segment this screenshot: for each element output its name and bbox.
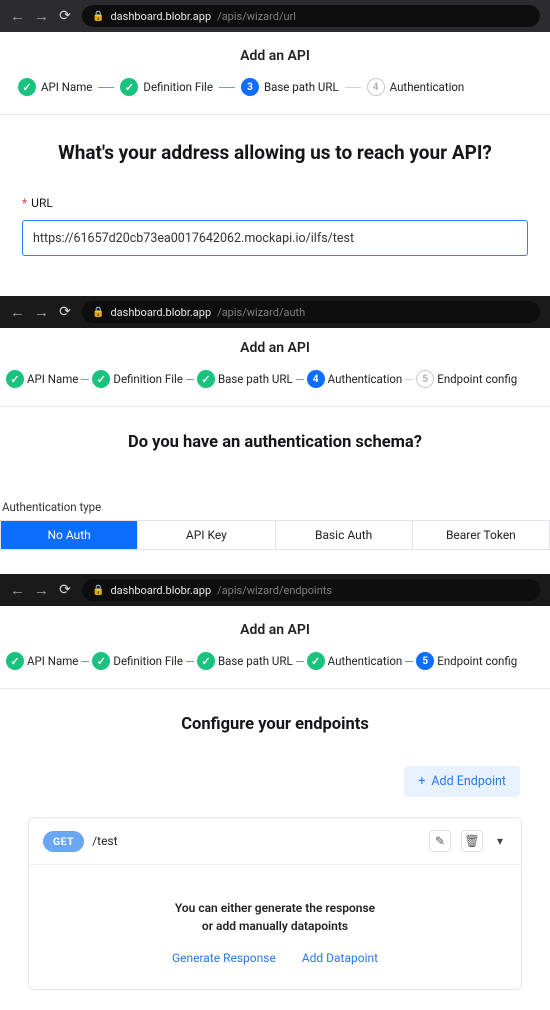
edit-icon[interactable]: ✎ <box>429 830 451 852</box>
browser-bar: ← → ⟳ 🔒 dashboard.blobr.app/apis/wizard/… <box>0 574 550 606</box>
step-5-label: Endpoint config <box>437 654 517 668</box>
auth-option-apikey[interactable]: API Key <box>138 521 275 549</box>
step-1-label: API Name <box>27 654 78 668</box>
step-3-number: 3 <box>241 78 259 96</box>
step-2-label: Definition File <box>113 654 183 668</box>
address-domain: dashboard.blobr.app <box>110 10 211 23</box>
address-path: /apis/wizard/url <box>217 10 296 23</box>
auth-option-noauth[interactable]: No Auth <box>1 521 138 549</box>
step-2-label: Definition File <box>143 80 213 94</box>
url-headline: What's your address allowing us to reach… <box>0 141 550 164</box>
step-connector <box>405 661 413 662</box>
address-bar[interactable]: 🔒 dashboard.blobr.app/apis/wizard/auth <box>82 301 540 323</box>
browser-bar: ← → ⟳ 🔒 dashboard.blobr.app/apis/wizard/… <box>0 296 550 328</box>
lock-icon: 🔒 <box>92 11 104 22</box>
wizard-steps: API Name Definition File Base path URL A… <box>0 648 550 688</box>
step-3-label: Base path URL <box>218 654 293 668</box>
wizard-steps: API Name Definition File Base path URL 4… <box>0 366 550 406</box>
browser-bar: ← → ⟳ 🔒 dashboard.blobr.app/apis/wizard/… <box>0 0 550 32</box>
auth-option-basic[interactable]: Basic Auth <box>276 521 413 549</box>
address-domain: dashboard.blobr.app <box>110 306 211 319</box>
forward-icon[interactable]: → <box>34 303 48 321</box>
step-1-check-icon <box>6 652 24 670</box>
step-connector <box>219 87 235 88</box>
endpoint-card: GET /test ✎ 🗑 ▾ You can either generate … <box>28 817 522 990</box>
address-path: /apis/wizard/auth <box>217 306 305 319</box>
endpoint-card-header: GET /test ✎ 🗑 ▾ <box>29 818 521 865</box>
step-connector <box>296 379 304 380</box>
url-input[interactable] <box>22 220 528 256</box>
back-icon[interactable]: ← <box>10 7 24 25</box>
address-path: /apis/wizard/endpoints <box>217 584 332 597</box>
address-bar[interactable]: 🔒 dashboard.blobr.app/apis/wizard/endpoi… <box>82 579 540 601</box>
address-domain: dashboard.blobr.app <box>110 584 211 597</box>
step-3-check-icon <box>197 652 215 670</box>
step-connector <box>345 87 361 88</box>
address-bar[interactable]: 🔒 dashboard.blobr.app/apis/wizard/url <box>82 5 540 27</box>
endpoints-headline: Configure your endpoints <box>0 715 550 734</box>
add-endpoint-button[interactable]: + Add Endpoint <box>404 766 520 797</box>
reload-icon[interactable]: ⟳ <box>58 582 72 598</box>
endpoint-card-body: You can either generate the response or … <box>29 865 521 989</box>
step-2-check-icon <box>120 78 138 96</box>
step-connector <box>405 379 413 380</box>
reload-icon[interactable]: ⟳ <box>58 8 72 24</box>
step-1-label: API Name <box>41 80 92 94</box>
step-4-number: 4 <box>367 78 385 96</box>
step-1-check-icon <box>18 78 36 96</box>
step-3-label: Base path URL <box>264 80 339 94</box>
step-4-number: 4 <box>307 370 325 388</box>
step-4-label: Authentication <box>390 80 465 94</box>
url-label: *URL <box>22 196 528 210</box>
add-datapoint-link[interactable]: Add Datapoint <box>302 951 378 965</box>
step-2-label: Definition File <box>113 372 183 386</box>
lock-icon: 🔒 <box>92 585 104 596</box>
endpoint-help-line-2: or add manually datapoints <box>49 919 501 933</box>
step-connector <box>81 379 89 380</box>
forward-icon[interactable]: → <box>34 581 48 599</box>
step-connector <box>296 661 304 662</box>
step-2-check-icon <box>92 652 110 670</box>
endpoint-help-line-1: You can either generate the response <box>49 901 501 915</box>
step-connector <box>186 661 194 662</box>
divider <box>0 114 550 115</box>
lock-icon: 🔒 <box>92 307 104 318</box>
endpoint-path: /test <box>92 834 421 848</box>
divider <box>0 406 550 407</box>
forward-icon[interactable]: → <box>34 7 48 25</box>
step-1-label: API Name <box>27 372 78 386</box>
chevron-down-icon[interactable]: ▾ <box>493 834 507 848</box>
step-connector <box>98 87 114 88</box>
page-title: Add an API <box>0 32 550 74</box>
page-title: Add an API <box>0 340 550 366</box>
reload-icon[interactable]: ⟳ <box>58 304 72 320</box>
delete-icon[interactable]: 🗑 <box>461 830 483 852</box>
auth-headline: Do you have an authentication schema? <box>0 433 550 452</box>
divider <box>0 688 550 689</box>
url-form: *URL <box>0 164 550 296</box>
step-4-label: Authentication <box>328 654 403 668</box>
step-5-number: 5 <box>416 370 434 388</box>
auth-type-segmented: No Auth API Key Basic Auth Bearer Token <box>0 520 550 550</box>
step-5-number: 5 <box>416 652 434 670</box>
step-2-check-icon <box>92 370 110 388</box>
back-icon[interactable]: ← <box>10 303 24 321</box>
step-5-label: Endpoint config <box>437 372 517 386</box>
auth-option-bearer[interactable]: Bearer Token <box>413 521 549 549</box>
http-method-pill: GET <box>43 831 84 852</box>
step-3-check-icon <box>197 370 215 388</box>
auth-type-label: Authentication type <box>2 500 550 514</box>
step-3-label: Base path URL <box>218 372 293 386</box>
page-title: Add an API <box>0 606 550 648</box>
step-4-check-icon <box>307 652 325 670</box>
wizard-steps: API Name Definition File 3Base path URL … <box>0 74 550 114</box>
step-connector <box>186 379 194 380</box>
step-1-check-icon <box>6 370 24 388</box>
generate-response-link[interactable]: Generate Response <box>172 951 276 965</box>
step-4-label: Authentication <box>328 372 403 386</box>
step-connector <box>81 661 89 662</box>
plus-icon: + <box>418 774 425 789</box>
back-icon[interactable]: ← <box>10 581 24 599</box>
